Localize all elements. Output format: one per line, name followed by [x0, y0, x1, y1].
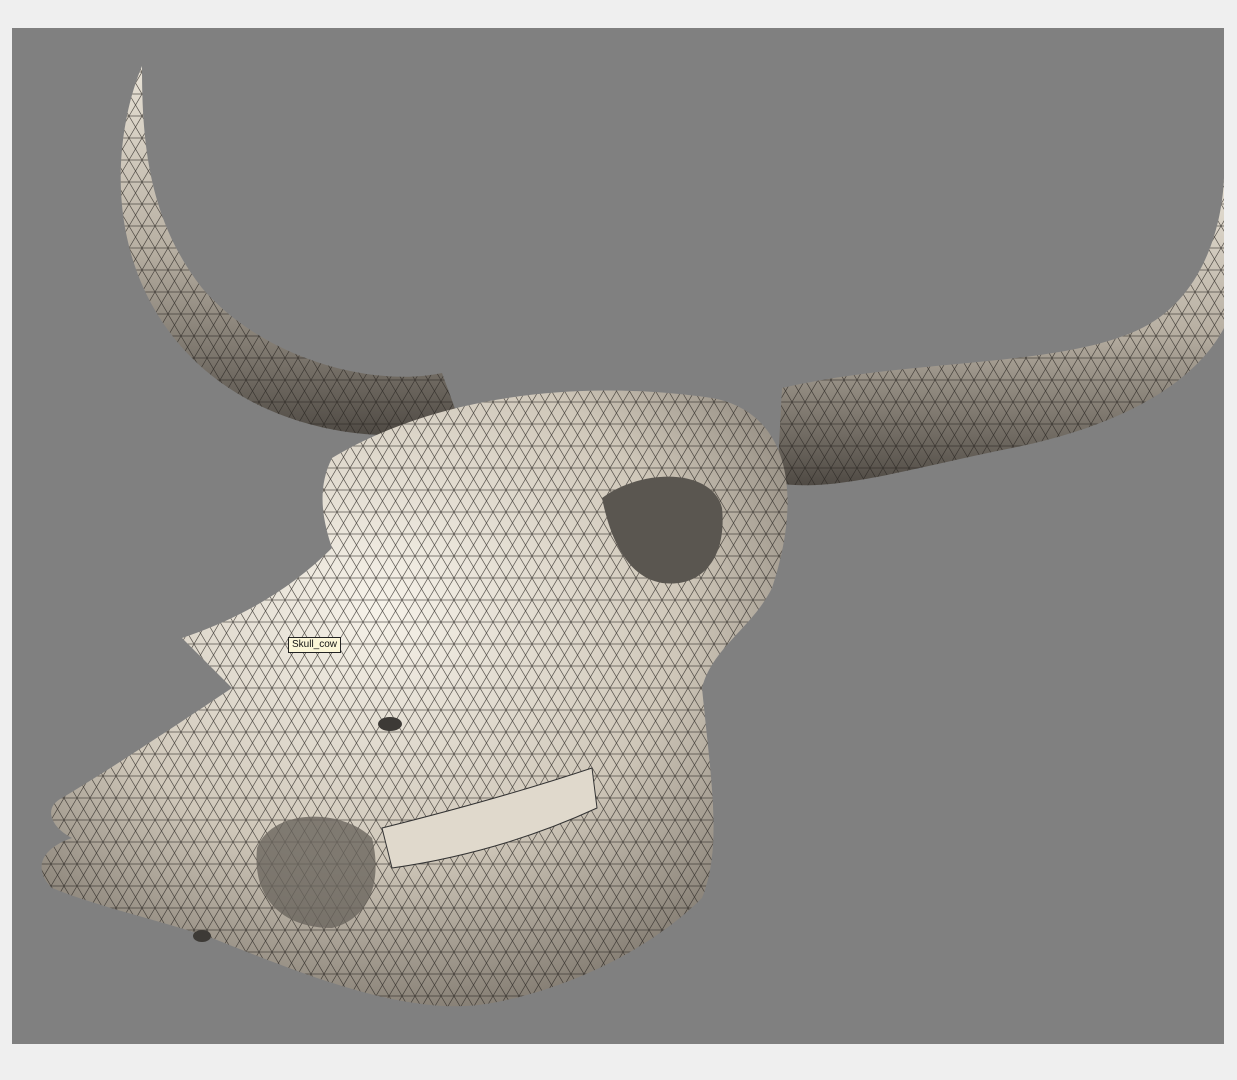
skull-model[interactable]	[12, 28, 1224, 1044]
3d-viewport[interactable]: Skull_cow	[12, 28, 1224, 1044]
left-horn	[120, 66, 463, 436]
right-horn	[777, 178, 1224, 486]
object-label: Skull_cow	[288, 637, 342, 653]
app-frame: Skull_cow	[0, 0, 1237, 1080]
skull-body	[41, 390, 788, 1007]
